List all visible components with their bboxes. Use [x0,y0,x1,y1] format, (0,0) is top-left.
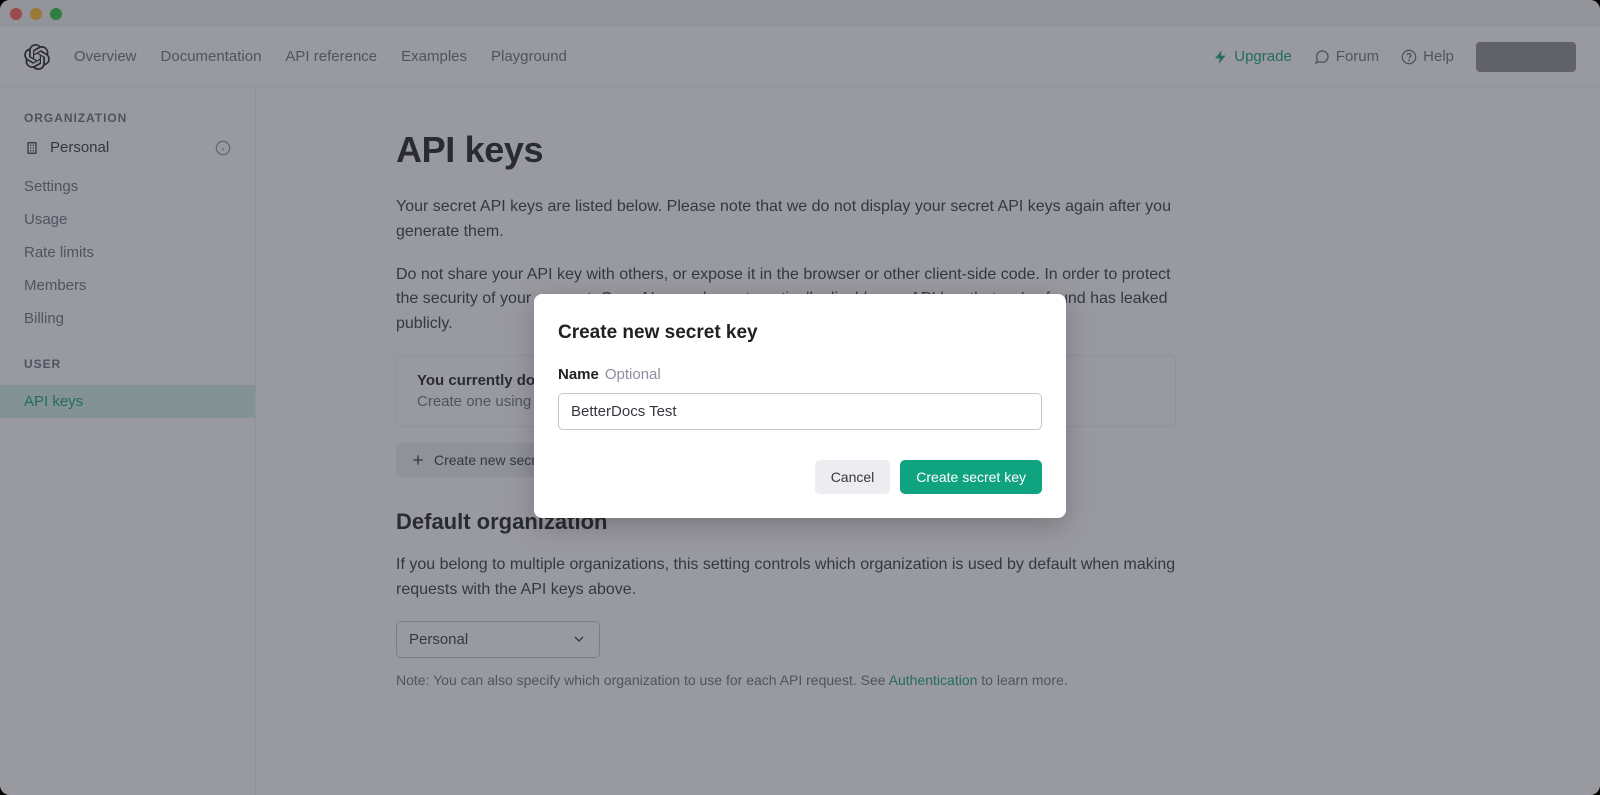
modal-title: Create new secret key [558,322,1042,344]
name-field-label: NameOptional [558,366,1042,383]
cancel-button[interactable]: Cancel [815,460,891,494]
key-name-input[interactable] [558,393,1042,430]
create-secret-key-button[interactable]: Create secret key [900,460,1042,494]
create-key-modal: Create new secret key NameOptional Cance… [534,294,1066,518]
modal-overlay[interactable]: Create new secret key NameOptional Cance… [0,0,1600,795]
